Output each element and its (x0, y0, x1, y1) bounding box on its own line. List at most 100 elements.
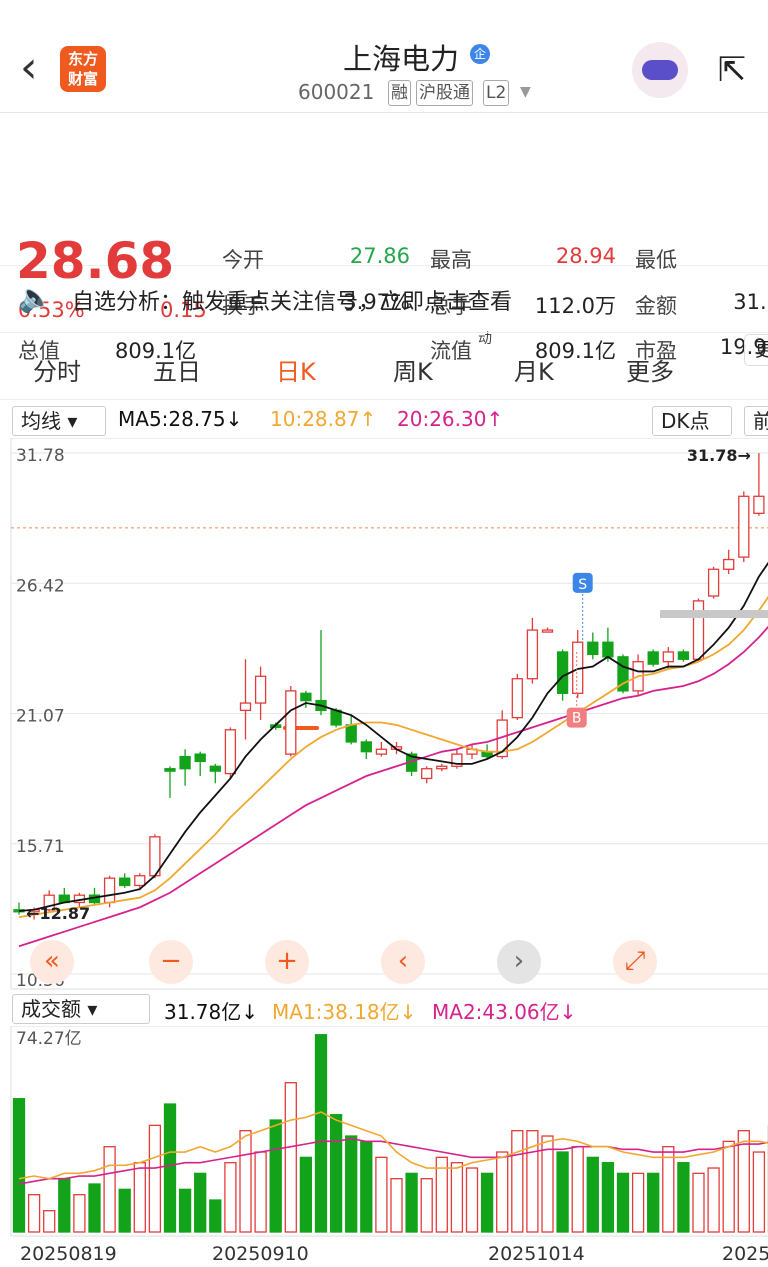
candle-body (134, 875, 146, 887)
period-tabs: 分时 五日 日K 周K 月K 更多 (0, 334, 768, 730)
volume-bar (390, 1178, 403, 1233)
candle-body (179, 755, 191, 770)
ma20-label: 20:26.30↑ (397, 407, 504, 431)
candle-body (723, 558, 735, 570)
back-arrow-icon[interactable]: ‹ (20, 46, 38, 90)
x-date-label: 2025 (722, 1243, 768, 1265)
candle-body (119, 877, 131, 887)
volume-bar (360, 1140, 373, 1233)
x-date-label: 20251014 (488, 1243, 585, 1265)
stock-detail-screen: ‹ 东方 财富 上海电力 企 600021 融 沪股通 L2 ▼ ⇱ 28.68 … (0, 0, 768, 1267)
x-date-label: 20250910 (212, 1243, 309, 1265)
tab-five-day[interactable]: 五日 (153, 352, 201, 387)
ma10-label: 10:28.87↑ (270, 407, 377, 431)
candlestick-chart[interactable]: 31.7826.4221.0715.7110.3631.78→←12.87SB (0, 438, 768, 990)
tab-monthly-k[interactable]: 月K (514, 352, 554, 387)
buy-marker-label: B (572, 711, 582, 727)
volume-dropdown[interactable]: 成交额 ▾ (12, 994, 150, 1024)
candle-body (707, 568, 720, 597)
tab-intraday[interactable]: 分时 (33, 352, 81, 387)
tag-connect: 沪股通 (416, 80, 473, 106)
notice-text: 自选分析：触发重点关注信号，立即点击查看 (72, 290, 513, 315)
volume-bar (722, 1140, 735, 1233)
volume-bar (269, 1119, 282, 1233)
robot-avatar-icon[interactable] (632, 42, 688, 98)
volume-bar (103, 1146, 116, 1233)
volume-bar (284, 1082, 297, 1233)
candle-body (541, 629, 554, 633)
ma5-line (18, 561, 768, 912)
volume-bar (571, 1146, 584, 1233)
sell-marker-label: S (578, 577, 587, 593)
candle-body (300, 692, 312, 702)
zoom-out-icon[interactable]: − (149, 940, 193, 984)
candle-body (194, 753, 206, 763)
candle-body (602, 641, 614, 658)
candle-body (753, 495, 765, 514)
volume-value: 31.78亿↓ (164, 1000, 259, 1024)
candle-body (436, 765, 448, 770)
volume-bar (178, 1188, 192, 1233)
candle-body (330, 709, 342, 726)
scroll-left-icon[interactable]: ‹ (381, 940, 425, 984)
candle-body (511, 678, 523, 719)
volume-bar (27, 1194, 41, 1233)
scroll-left-fast-icon[interactable]: « (30, 940, 74, 984)
dk-point-button[interactable]: DK点 (652, 406, 732, 436)
volume-chart[interactable]: 74.27亿 20250819 20250910 20251014 2025 (0, 1026, 768, 1267)
candle-body (677, 651, 690, 660)
fullscreen-icon[interactable]: ⤢ (613, 940, 657, 984)
volume-bar (556, 1151, 569, 1233)
candle-body (526, 629, 539, 680)
tab-daily-k[interactable]: 日K (276, 352, 316, 387)
tab-more[interactable]: 更多 (626, 352, 674, 387)
volume-bar (224, 1162, 237, 1233)
volume-bar (662, 1146, 675, 1233)
volume-dropdown-label: 成交额 (21, 997, 81, 1021)
candle-body (224, 729, 237, 775)
volume-bar (420, 1178, 433, 1233)
eastmoney-logo: 东方 财富 (60, 46, 106, 92)
tab-weekly-k[interactable]: 周K (393, 352, 433, 387)
candle-body (647, 651, 659, 665)
volume-bar (601, 1162, 615, 1233)
scroll-right-icon[interactable]: › (497, 940, 541, 984)
volume-bar (677, 1162, 690, 1233)
candle-body (692, 600, 705, 660)
dropdown-caret-icon[interactable]: ▼ (520, 84, 531, 100)
header: ‹ 东方 财富 上海电力 企 600021 融 沪股通 L2 ▼ ⇱ (0, 0, 768, 113)
volume-bar (148, 1124, 162, 1233)
volume-bar (737, 1130, 750, 1233)
share-icon[interactable]: ⇱ (712, 50, 752, 90)
volume-bar (647, 1172, 660, 1233)
ma-dropdown[interactable]: 均线 ▾ (12, 406, 106, 436)
volume-bar (194, 1172, 207, 1233)
volume-bar (405, 1172, 418, 1233)
volume-bar (375, 1156, 388, 1233)
candle-body (587, 641, 599, 656)
candle-body (738, 495, 750, 558)
volume-bar (586, 1156, 599, 1233)
x-date-label: 20250819 (20, 1243, 117, 1265)
candle-body (254, 675, 267, 704)
speaker-icon: 🔈 (18, 281, 53, 314)
volume-bar (209, 1199, 222, 1233)
candle-body (375, 748, 388, 755)
candle-body (662, 651, 674, 663)
volume-bar (752, 1151, 766, 1233)
quote-value: 28.94 (555, 244, 616, 268)
signal-notice[interactable]: 🔈 自选分析：触发重点关注信号，立即点击查看 (0, 267, 768, 333)
ma5-label: MA5:28.75↓ (118, 407, 243, 431)
quote-panel: 28.68 0.53% 0.15 今开27.86最高28.94最低2换手3.97… (0, 114, 768, 366)
candle-body (164, 768, 176, 772)
candle-body (239, 702, 252, 711)
tag-l2: L2 (483, 80, 510, 106)
low-annotation: ←12.87 (26, 904, 90, 923)
volume-bar (88, 1183, 101, 1233)
gray-band (660, 610, 768, 619)
candle-body (345, 724, 357, 743)
zoom-in-icon[interactable]: + (265, 940, 309, 984)
prev-button[interactable]: 前 (744, 406, 768, 436)
volume-bar (133, 1162, 146, 1233)
volume-bar (465, 1167, 479, 1233)
